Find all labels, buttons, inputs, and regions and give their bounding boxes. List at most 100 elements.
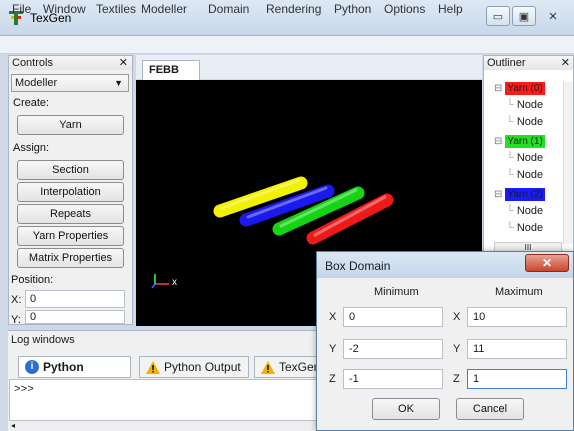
mode-select-value: Modeller — [15, 77, 58, 89]
tree-node[interactable]: └ Node — [494, 152, 564, 165]
section-button[interactable]: Section — [17, 160, 124, 180]
menu-rendering[interactable]: Rendering — [266, 2, 321, 16]
controls-header: Controls ✕ — [9, 56, 132, 70]
position-x-label: X: — [11, 294, 22, 306]
yarn-properties-button[interactable]: Yarn Properties — [17, 226, 124, 246]
box-domain-dialog: Box Domain ✕ Minimum Maximum X 0 X 10 Y … — [316, 251, 574, 431]
console-hscrollbar[interactable]: ◂ — [9, 421, 317, 431]
row-x-label-max: X — [453, 311, 461, 323]
tree-node[interactable]: └ Node — [494, 205, 564, 218]
y-min-input[interactable]: -2 — [343, 339, 443, 359]
minimum-header: Minimum — [374, 286, 419, 298]
y-max-input[interactable]: 11 — [467, 339, 567, 359]
z-min-input[interactable]: -1 — [343, 369, 443, 389]
position-y-label: Y: — [11, 314, 21, 326]
menu-python[interactable]: Python — [334, 2, 371, 16]
x-max-input[interactable]: 10 — [467, 307, 567, 327]
tree-node[interactable]: └ Node — [494, 116, 564, 129]
row-y-label: Y — [329, 343, 337, 355]
collapse-icon[interactable]: ⊟ — [494, 136, 502, 147]
dialog-title: Box Domain — [325, 259, 391, 273]
position-x-input[interactable]: 0 — [25, 290, 125, 308]
tree-yarn-row[interactable]: ⊟ Yarn (2) — [494, 188, 564, 201]
console-prompt: >>> — [14, 384, 34, 396]
tree-branch-line: └ — [506, 99, 517, 111]
create-label: Create: — [13, 97, 50, 109]
menu-textiles[interactable]: Textiles — [96, 2, 136, 16]
controls-panel: Controls ✕ Modeller ▼ Create: Yarn Assig… — [8, 55, 133, 326]
menu-modeller[interactable]: Modeller — [141, 2, 187, 16]
minimize-button[interactable]: ▭ — [486, 6, 510, 26]
tree-yarn-label[interactable]: Yarn (0) — [505, 82, 545, 95]
menu-help[interactable]: Help — [438, 2, 463, 16]
mode-select[interactable]: Modeller ▼ — [11, 74, 129, 92]
tree-yarn-row[interactable]: ⊟ Yarn (0) — [494, 82, 564, 95]
tree-branch-line: └ — [506, 116, 517, 128]
tree-node[interactable]: └ Node — [494, 99, 564, 112]
tab-texgen-output-label: TexGen O — [279, 360, 318, 374]
ok-button[interactable]: OK — [372, 398, 440, 420]
yarn-button[interactable]: Yarn — [17, 115, 124, 135]
outliner-tree: ⊟ Yarn (0) └ Node └ Node ⊟ Yarn (1) └ Node └ No… — [494, 82, 564, 235]
menu-domain[interactable]: Domain — [208, 2, 249, 16]
collapse-icon[interactable]: ⊟ — [494, 189, 502, 200]
info-icon: i — [25, 360, 39, 374]
axes-indicator-icon — [150, 272, 174, 290]
close-button[interactable]: ✕ — [538, 6, 568, 26]
x-min-input[interactable]: 0 — [343, 307, 443, 327]
tab-febb-label: FEBB — [149, 64, 179, 76]
dialog-title-bar: Box Domain ✕ — [317, 252, 573, 278]
tree-node-label: Node — [516, 99, 544, 111]
cancel-button[interactable]: Cancel — [456, 398, 524, 420]
maximize-button[interactable]: ▣ — [512, 6, 536, 26]
tab-febb[interactable]: FEBB ✕ — [142, 60, 200, 94]
position-y-input[interactable]: 0 — [25, 310, 125, 324]
tab-python-output[interactable]: Python Output — [139, 356, 249, 378]
tree-yarn-label[interactable]: Yarn (1) — [505, 135, 545, 148]
row-z-label-max: Z — [453, 373, 460, 385]
python-console-area[interactable]: >>> — [9, 379, 317, 421]
tree-node[interactable]: └ Node — [494, 222, 564, 235]
outliner-panel: Outliner ✕ ⊟ Yarn (0) └ Node └ Node ⊟ Yarn (1… — [483, 55, 574, 255]
tree-branch-line: └ — [506, 169, 517, 181]
controls-close-icon[interactable]: ✕ — [119, 56, 128, 70]
tree-node-label: Node — [516, 205, 544, 217]
dialog-close-button[interactable]: ✕ — [525, 254, 569, 272]
tree-node-label: Node — [516, 152, 544, 164]
position-label: Position: — [11, 274, 54, 286]
row-y-label-max: Y — [453, 343, 461, 355]
menu-window[interactable]: Window — [43, 2, 86, 16]
outliner-close-icon[interactable]: ✕ — [561, 56, 570, 70]
tree-node[interactable]: └ Node — [494, 169, 564, 182]
warning-icon — [146, 360, 160, 380]
tab-python-console[interactable]: i Python Console — [18, 356, 131, 394]
outliner-title: Outliner — [487, 57, 526, 69]
tab-texgen-output[interactable]: TexGen O — [254, 356, 318, 378]
menu-file[interactable]: File — [12, 2, 31, 16]
row-x-label: X — [329, 311, 337, 323]
controls-title: Controls — [12, 57, 53, 69]
tree-branch-line: └ — [506, 205, 517, 217]
assign-label: Assign: — [13, 142, 50, 154]
tree-branch-line: └ — [506, 222, 517, 234]
interpolation-button[interactable]: Interpolation — [17, 182, 124, 202]
tree-yarn-label[interactable]: Yarn (2) — [505, 188, 545, 201]
menu-bar — [0, 36, 574, 54]
row-z-label: Z — [329, 373, 336, 385]
collapse-icon[interactable]: ⊟ — [494, 83, 502, 94]
tree-yarn-row[interactable]: ⊟ Yarn (1) — [494, 135, 564, 148]
tree-node-label: Node — [516, 169, 544, 181]
z-max-input[interactable]: 1 — [467, 369, 567, 389]
chevron-down-icon: ▼ — [114, 78, 123, 88]
axis-label: x — [172, 277, 177, 288]
repeats-button[interactable]: Repeats — [17, 204, 124, 224]
tree-branch-line: └ — [506, 152, 517, 164]
maximum-header: Maximum — [495, 286, 543, 298]
warning-icon — [261, 360, 275, 377]
outliner-header: Outliner ✕ — [484, 56, 573, 70]
outliner-vscrollbar[interactable] — [563, 82, 573, 244]
menu-options[interactable]: Options — [384, 2, 425, 16]
tree-node-label: Node — [516, 222, 544, 234]
matrix-properties-button[interactable]: Matrix Properties — [17, 248, 124, 268]
tree-node-label: Node — [516, 116, 544, 128]
